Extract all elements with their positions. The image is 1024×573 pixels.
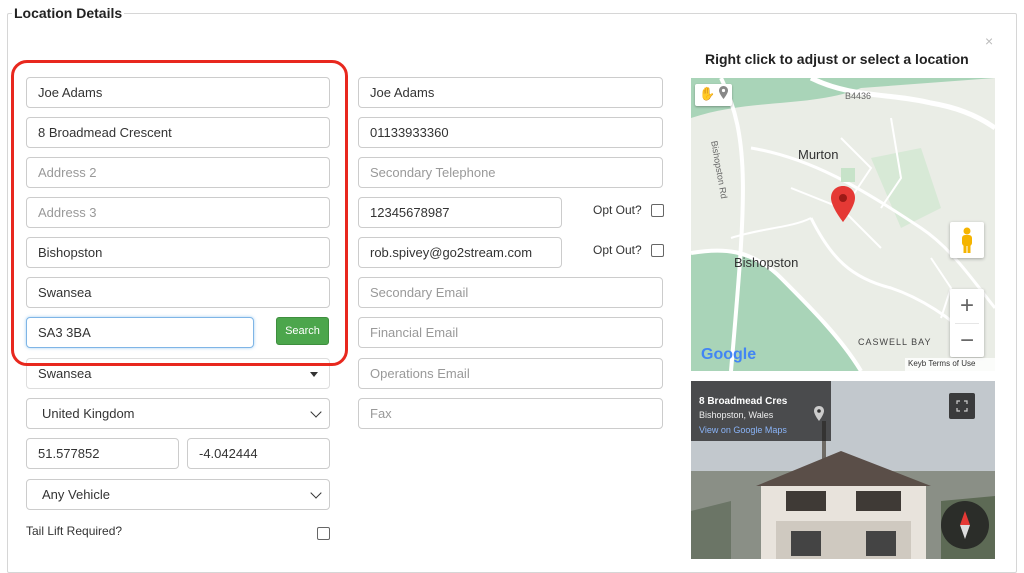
street-view-title: 8 Broadmead Cres [699, 396, 788, 407]
chevron-down-icon [310, 406, 322, 418]
street-view-subtitle: Bishopston, Wales [699, 410, 774, 420]
tail-lift-checkbox[interactable] [317, 527, 330, 540]
pegman-icon[interactable] [950, 222, 984, 258]
contact-name-input[interactable]: Joe Adams [358, 77, 663, 108]
map-label-b4436: B4436 [845, 91, 872, 101]
county-select-value: Swansea [38, 366, 92, 381]
county-select[interactable]: Swansea [26, 358, 330, 389]
tail-lift-label: Tail Lift Required? [26, 524, 123, 538]
location-pin-icon [814, 406, 824, 421]
map-label-caswell-bay: CASWELL BAY [858, 337, 932, 347]
map-footer[interactable]: Keyb Terms of Use [905, 358, 995, 371]
email-opt-out-checkbox[interactable] [651, 244, 664, 257]
hand-icon[interactable]: ✋ [699, 86, 715, 102]
map[interactable]: ✋ B4436 Murton Bishopston Rd Bishopston … [691, 78, 995, 371]
zoom-out-icon[interactable]: − [950, 324, 984, 357]
opt-out-label: Opt Out? [593, 243, 642, 257]
fullscreen-icon[interactable] [949, 393, 975, 419]
secondary-telephone-input[interactable]: Secondary Telephone [358, 157, 663, 188]
country-select-value: United Kingdom [42, 406, 135, 421]
mobile-input[interactable]: 12345678987 [358, 197, 562, 228]
compass-icon[interactable] [941, 501, 989, 549]
financial-email-input[interactable]: Financial Email [358, 317, 663, 348]
city-input[interactable]: Swansea [26, 277, 330, 308]
town-input[interactable]: Bishopston [26, 237, 330, 268]
view-on-google-maps-link[interactable]: View on Google Maps [699, 425, 787, 435]
name-input[interactable]: Joe Adams [26, 77, 330, 108]
address3-input[interactable]: Address 3 [26, 197, 330, 228]
map-label-bishopston: Bishopston [734, 255, 799, 270]
secondary-email-input[interactable]: Secondary Email [358, 277, 663, 308]
search-button[interactable]: Search [276, 317, 329, 345]
fax-input[interactable]: Fax [358, 398, 663, 429]
country-select[interactable]: United Kingdom [26, 398, 330, 429]
mobile-opt-out-checkbox[interactable] [651, 204, 664, 217]
zoom-in-icon[interactable]: + [950, 289, 984, 323]
google-logo: Google [701, 346, 757, 363]
chevron-down-icon [310, 487, 322, 499]
postcode-input[interactable]: SA3 3BA [26, 317, 254, 348]
latitude-input[interactable]: 51.577852 [26, 438, 179, 469]
vehicle-select-value: Any Vehicle [42, 487, 110, 502]
operations-email-input[interactable]: Operations Email [358, 358, 663, 389]
address2-input[interactable]: Address 2 [26, 157, 330, 188]
map-label-murton: Murton [798, 147, 839, 162]
section-title: Location Details [12, 5, 125, 21]
map-title: Right click to adjust or select a locati… [705, 51, 969, 67]
opt-out-label: Opt Out? [593, 203, 642, 217]
close-icon[interactable]: × [985, 33, 993, 49]
location-marker-icon[interactable] [831, 186, 855, 222]
longitude-input[interactable]: -4.042444 [187, 438, 330, 469]
vehicle-select[interactable]: Any Vehicle [26, 479, 330, 510]
email-input[interactable]: rob.spivey@go2stream.com [358, 237, 562, 268]
address1-input[interactable]: 8 Broadmead Crescent [26, 117, 330, 148]
street-view[interactable]: 8 Broadmead Cres Bishopston, Wales View … [691, 381, 995, 559]
telephone-input[interactable]: 01133933360 [358, 117, 663, 148]
pin-icon[interactable] [719, 86, 728, 99]
